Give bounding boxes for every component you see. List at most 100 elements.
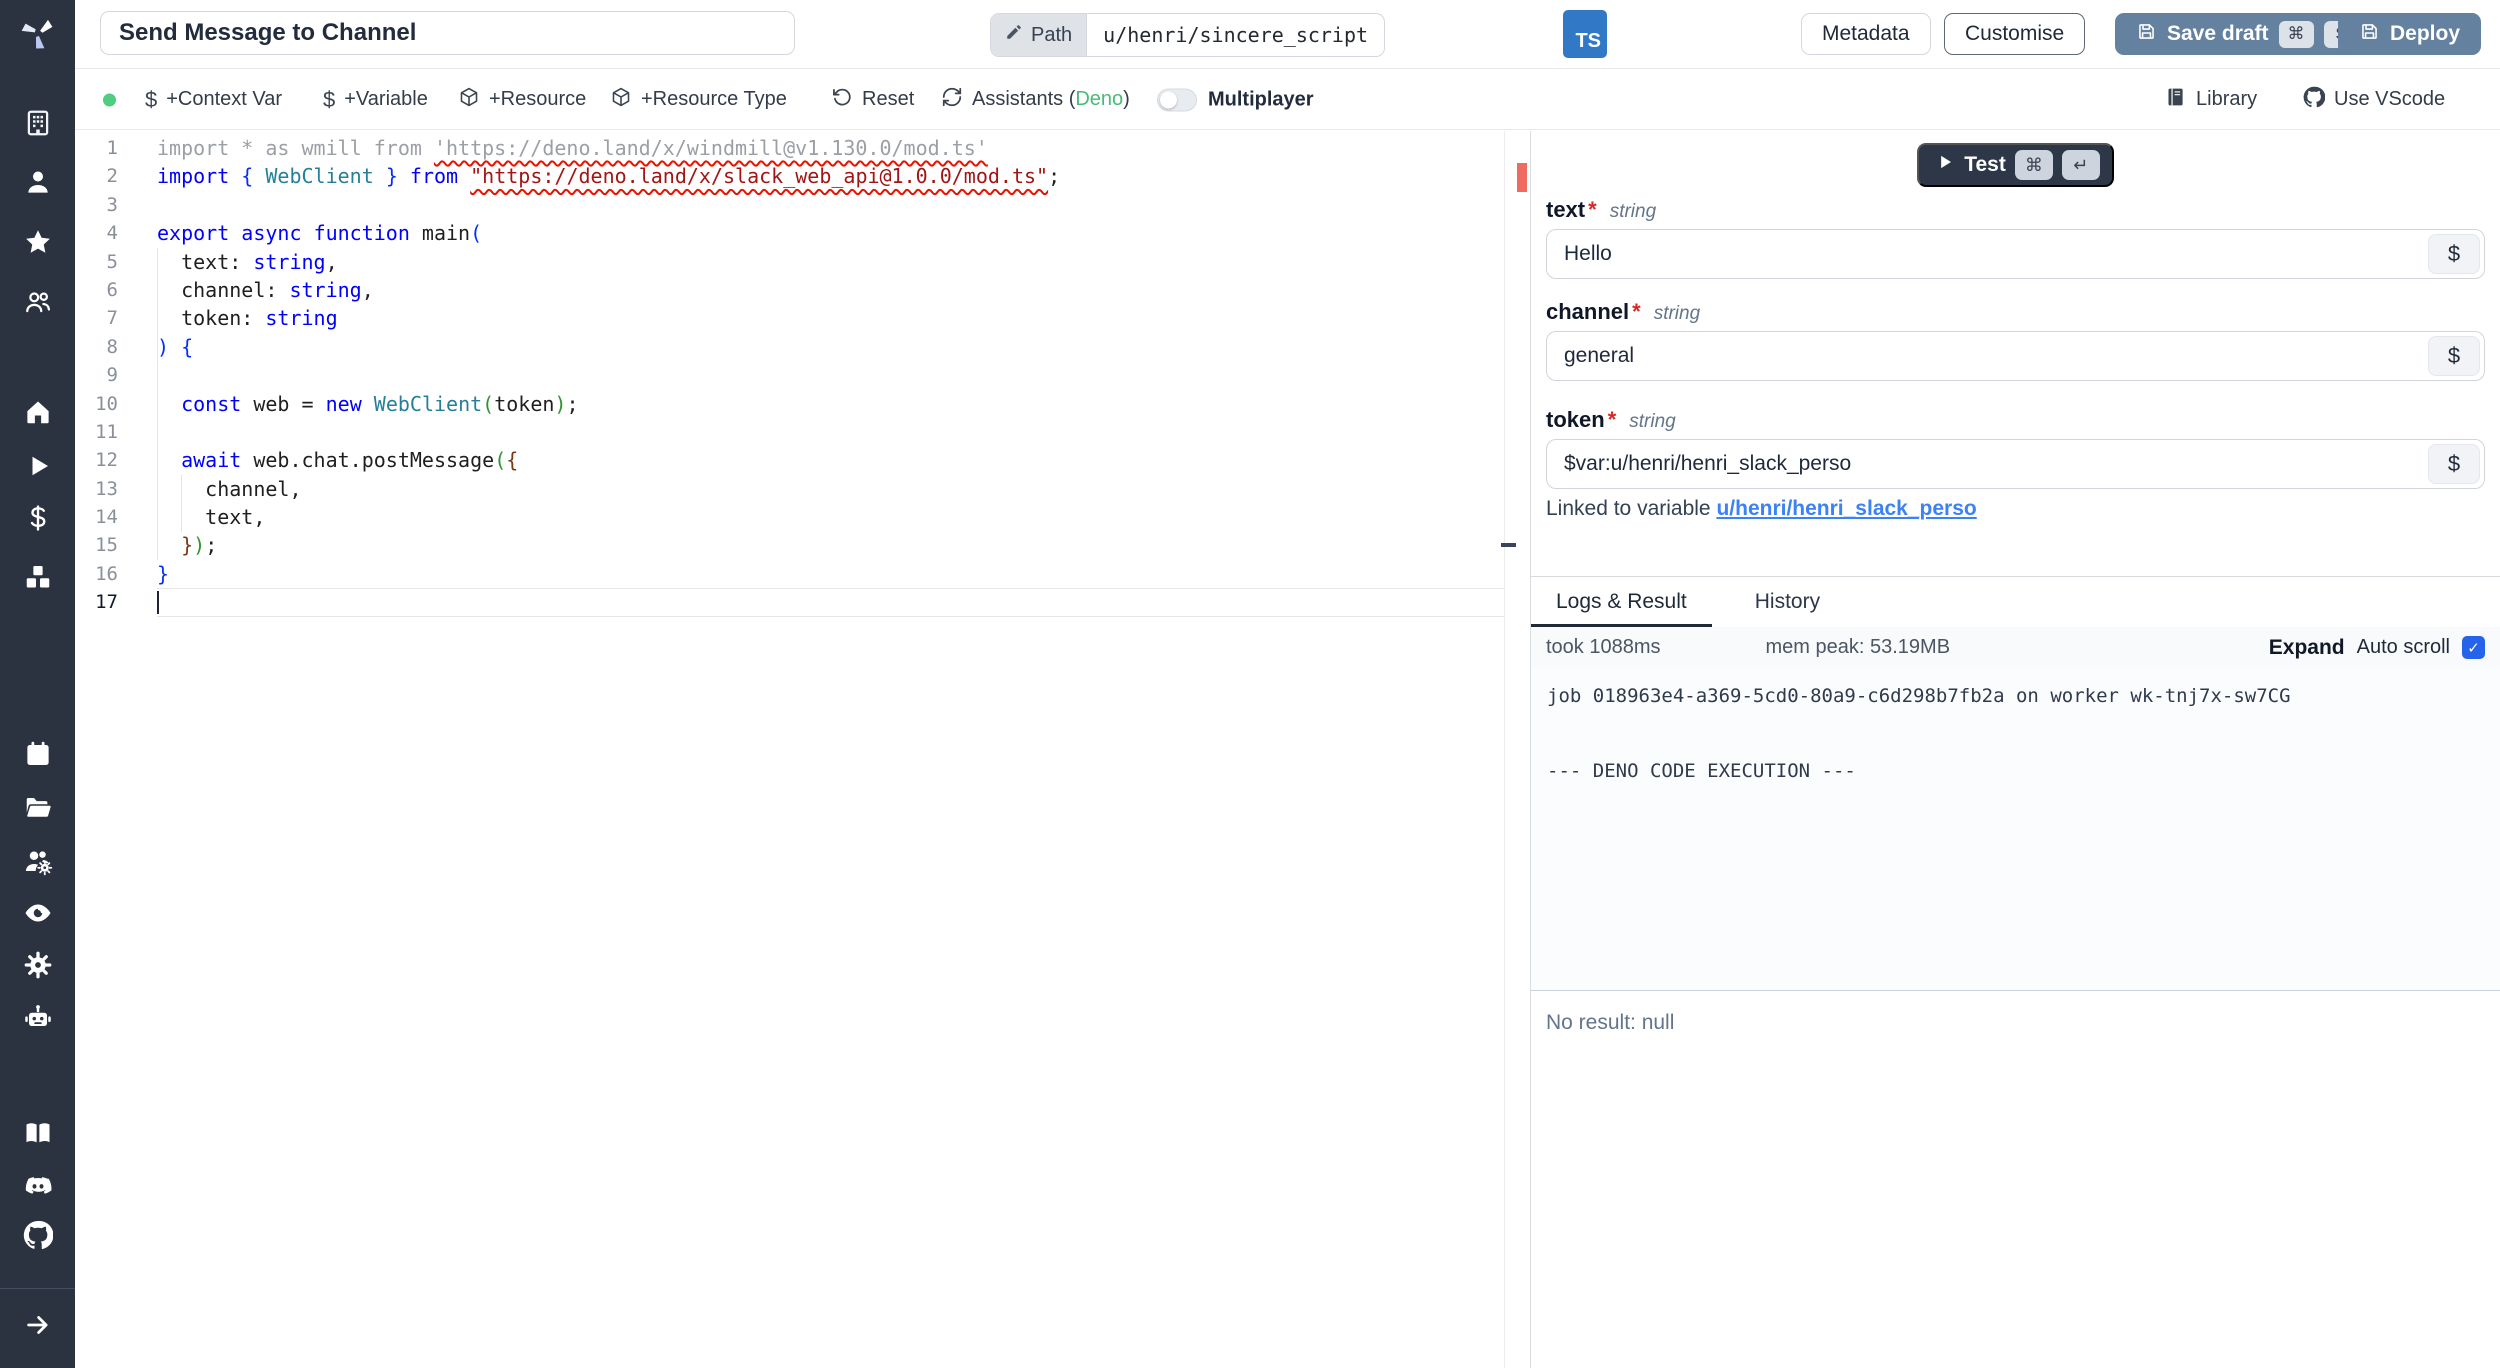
kbd-cmd: ⌘ xyxy=(2015,150,2053,180)
field-group-channel: channel*string $ xyxy=(1546,299,2485,381)
multiplayer-toggle[interactable] xyxy=(1157,88,1197,111)
error-marker xyxy=(1517,163,1527,192)
code-editor[interactable]: 1import * as wmill from 'https://deno.la… xyxy=(75,131,1530,1368)
collapse-arrow-icon[interactable] xyxy=(23,1310,53,1340)
refresh-icon xyxy=(941,86,963,114)
library-button[interactable]: Library xyxy=(2165,86,2257,114)
reset-button[interactable]: Reset xyxy=(831,86,914,114)
customise-button[interactable]: Customise xyxy=(1944,13,2085,55)
docs-book-icon[interactable] xyxy=(23,1118,53,1148)
sidebar-divider xyxy=(0,1288,75,1289)
code-line[interactable]: 14 text, xyxy=(75,503,1530,531)
code-line[interactable]: 7 token: string xyxy=(75,304,1530,332)
user-group-gear-icon[interactable] xyxy=(23,846,53,876)
code-line[interactable]: 12 await web.chat.postMessage({ xyxy=(75,446,1530,474)
line-number: 17 xyxy=(75,588,157,616)
linked-variable-link[interactable]: u/henri/henri_slack_perso xyxy=(1716,497,1976,520)
cube-icon xyxy=(610,86,632,114)
resources-boxes-icon[interactable] xyxy=(23,562,53,592)
path-value[interactable]: u/henri/sincere_script xyxy=(1087,14,1384,56)
audit-eye-icon[interactable] xyxy=(23,898,53,928)
settings-gear-icon[interactable] xyxy=(23,950,53,980)
cursor-marker xyxy=(1501,543,1516,547)
field-label: text*string xyxy=(1546,197,2485,225)
code-line[interactable]: 11 xyxy=(75,418,1530,446)
add-resource-type-button[interactable]: +Resource Type xyxy=(610,86,787,114)
path-editor[interactable]: Path u/henri/sincere_script xyxy=(990,13,1385,57)
text-cursor xyxy=(157,591,159,614)
add-variable-button[interactable]: $+Variable xyxy=(323,87,428,113)
channel-field-input[interactable] xyxy=(1546,331,2485,381)
star-icon[interactable] xyxy=(23,227,53,257)
required-asterisk: * xyxy=(1632,299,1641,325)
field-group-token: token*string $ xyxy=(1546,407,2485,489)
code-line[interactable]: 6 channel: string, xyxy=(75,276,1530,304)
autoscroll-checkbox[interactable]: ✓ xyxy=(2462,636,2485,659)
path-label: Path xyxy=(1031,24,1072,47)
expand-button[interactable]: Expand xyxy=(2269,636,2345,660)
line-number: 5 xyxy=(75,248,157,276)
kbd-cmd: ⌘ xyxy=(2279,21,2314,48)
code-line[interactable]: 3 xyxy=(75,191,1530,219)
token-field-input[interactable] xyxy=(1546,439,2485,489)
workspace-building-icon[interactable] xyxy=(23,108,53,138)
logs-output: job 018963e4-a369-5cd0-80a9-c6d298b7fb2a… xyxy=(1531,668,2500,990)
users-icon[interactable] xyxy=(23,287,53,317)
tab-logs-result[interactable]: Logs & Result xyxy=(1531,577,1712,627)
github-mark-icon xyxy=(2303,86,2325,114)
line-number: 8 xyxy=(75,333,157,361)
windmill-logo-icon[interactable] xyxy=(17,12,59,54)
workers-robot-icon[interactable] xyxy=(23,1002,53,1032)
folders-icon[interactable] xyxy=(23,792,53,822)
line-number: 1 xyxy=(75,134,157,162)
code-line[interactable]: 13 channel, xyxy=(75,475,1530,503)
code-line[interactable]: 8) { xyxy=(75,333,1530,361)
code-line[interactable]: 1import * as wmill from 'https://deno.la… xyxy=(75,134,1530,162)
code-line[interactable]: 17 xyxy=(75,588,1530,616)
line-number: 4 xyxy=(75,219,157,247)
insert-variable-button[interactable]: $ xyxy=(2428,234,2480,274)
insert-variable-button[interactable]: $ xyxy=(2428,444,2480,484)
schedules-calendar-icon[interactable] xyxy=(23,739,53,769)
line-number: 11 xyxy=(75,418,157,446)
save-icon xyxy=(2359,21,2380,48)
test-button[interactable]: Test ⌘ ↵ xyxy=(1917,143,2114,187)
top-bar: Path u/henri/sincere_script TS Metadata … xyxy=(75,0,2500,69)
discord-icon[interactable] xyxy=(23,1171,53,1201)
code-line[interactable]: 16} xyxy=(75,560,1530,588)
memory-peak: mem peak: 53.19MB xyxy=(1766,636,1951,659)
github-icon[interactable] xyxy=(23,1220,53,1250)
result-output: No result: null xyxy=(1531,994,2500,1368)
linked-variable-note: Linked to variable u/henri/henri_slack_p… xyxy=(1546,497,1977,521)
user-icon[interactable] xyxy=(23,167,53,197)
metadata-button[interactable]: Metadata xyxy=(1801,13,1931,55)
insert-variable-button[interactable]: $ xyxy=(2428,336,2480,376)
code-line[interactable]: 9 xyxy=(75,361,1530,389)
add-context-var-button[interactable]: $+Context Var xyxy=(145,87,282,113)
code-lines: 1import * as wmill from 'https://deno.la… xyxy=(75,134,1530,617)
script-title-input[interactable] xyxy=(100,11,795,55)
deploy-button[interactable]: Deploy xyxy=(2338,13,2481,55)
cube-icon xyxy=(458,86,480,114)
tab-history[interactable]: History xyxy=(1730,577,1845,627)
results-tabs: Logs & Result History xyxy=(1531,577,2500,627)
line-number: 13 xyxy=(75,475,157,503)
code-line[interactable]: 10 const web = new WebClient(token); xyxy=(75,390,1530,418)
text-field-input[interactable] xyxy=(1546,229,2485,279)
add-resource-button[interactable]: +Resource xyxy=(458,86,586,114)
save-icon xyxy=(2136,21,2157,48)
code-line[interactable]: 15 }); xyxy=(75,531,1530,559)
variables-dollar-icon[interactable] xyxy=(23,503,53,533)
runs-play-icon[interactable] xyxy=(23,451,53,481)
dollar-icon: $ xyxy=(145,87,157,113)
code-line[interactable]: 4export async function main( xyxy=(75,219,1530,247)
required-asterisk: * xyxy=(1588,197,1597,223)
editor-toolbar: $+Context Var $+Variable +Resource +Reso… xyxy=(75,70,2500,130)
code-line[interactable]: 5 text: string, xyxy=(75,248,1530,276)
assistants-button[interactable]: Assistants (Deno) xyxy=(941,86,1130,114)
code-line[interactable]: 2import { WebClient } from "https://deno… xyxy=(75,162,1530,190)
editor-overview-ruler[interactable] xyxy=(1504,131,1530,1368)
use-vscode-button[interactable]: Use VScode xyxy=(2303,86,2445,114)
line-number: 2 xyxy=(75,162,157,190)
home-icon[interactable] xyxy=(23,397,53,427)
